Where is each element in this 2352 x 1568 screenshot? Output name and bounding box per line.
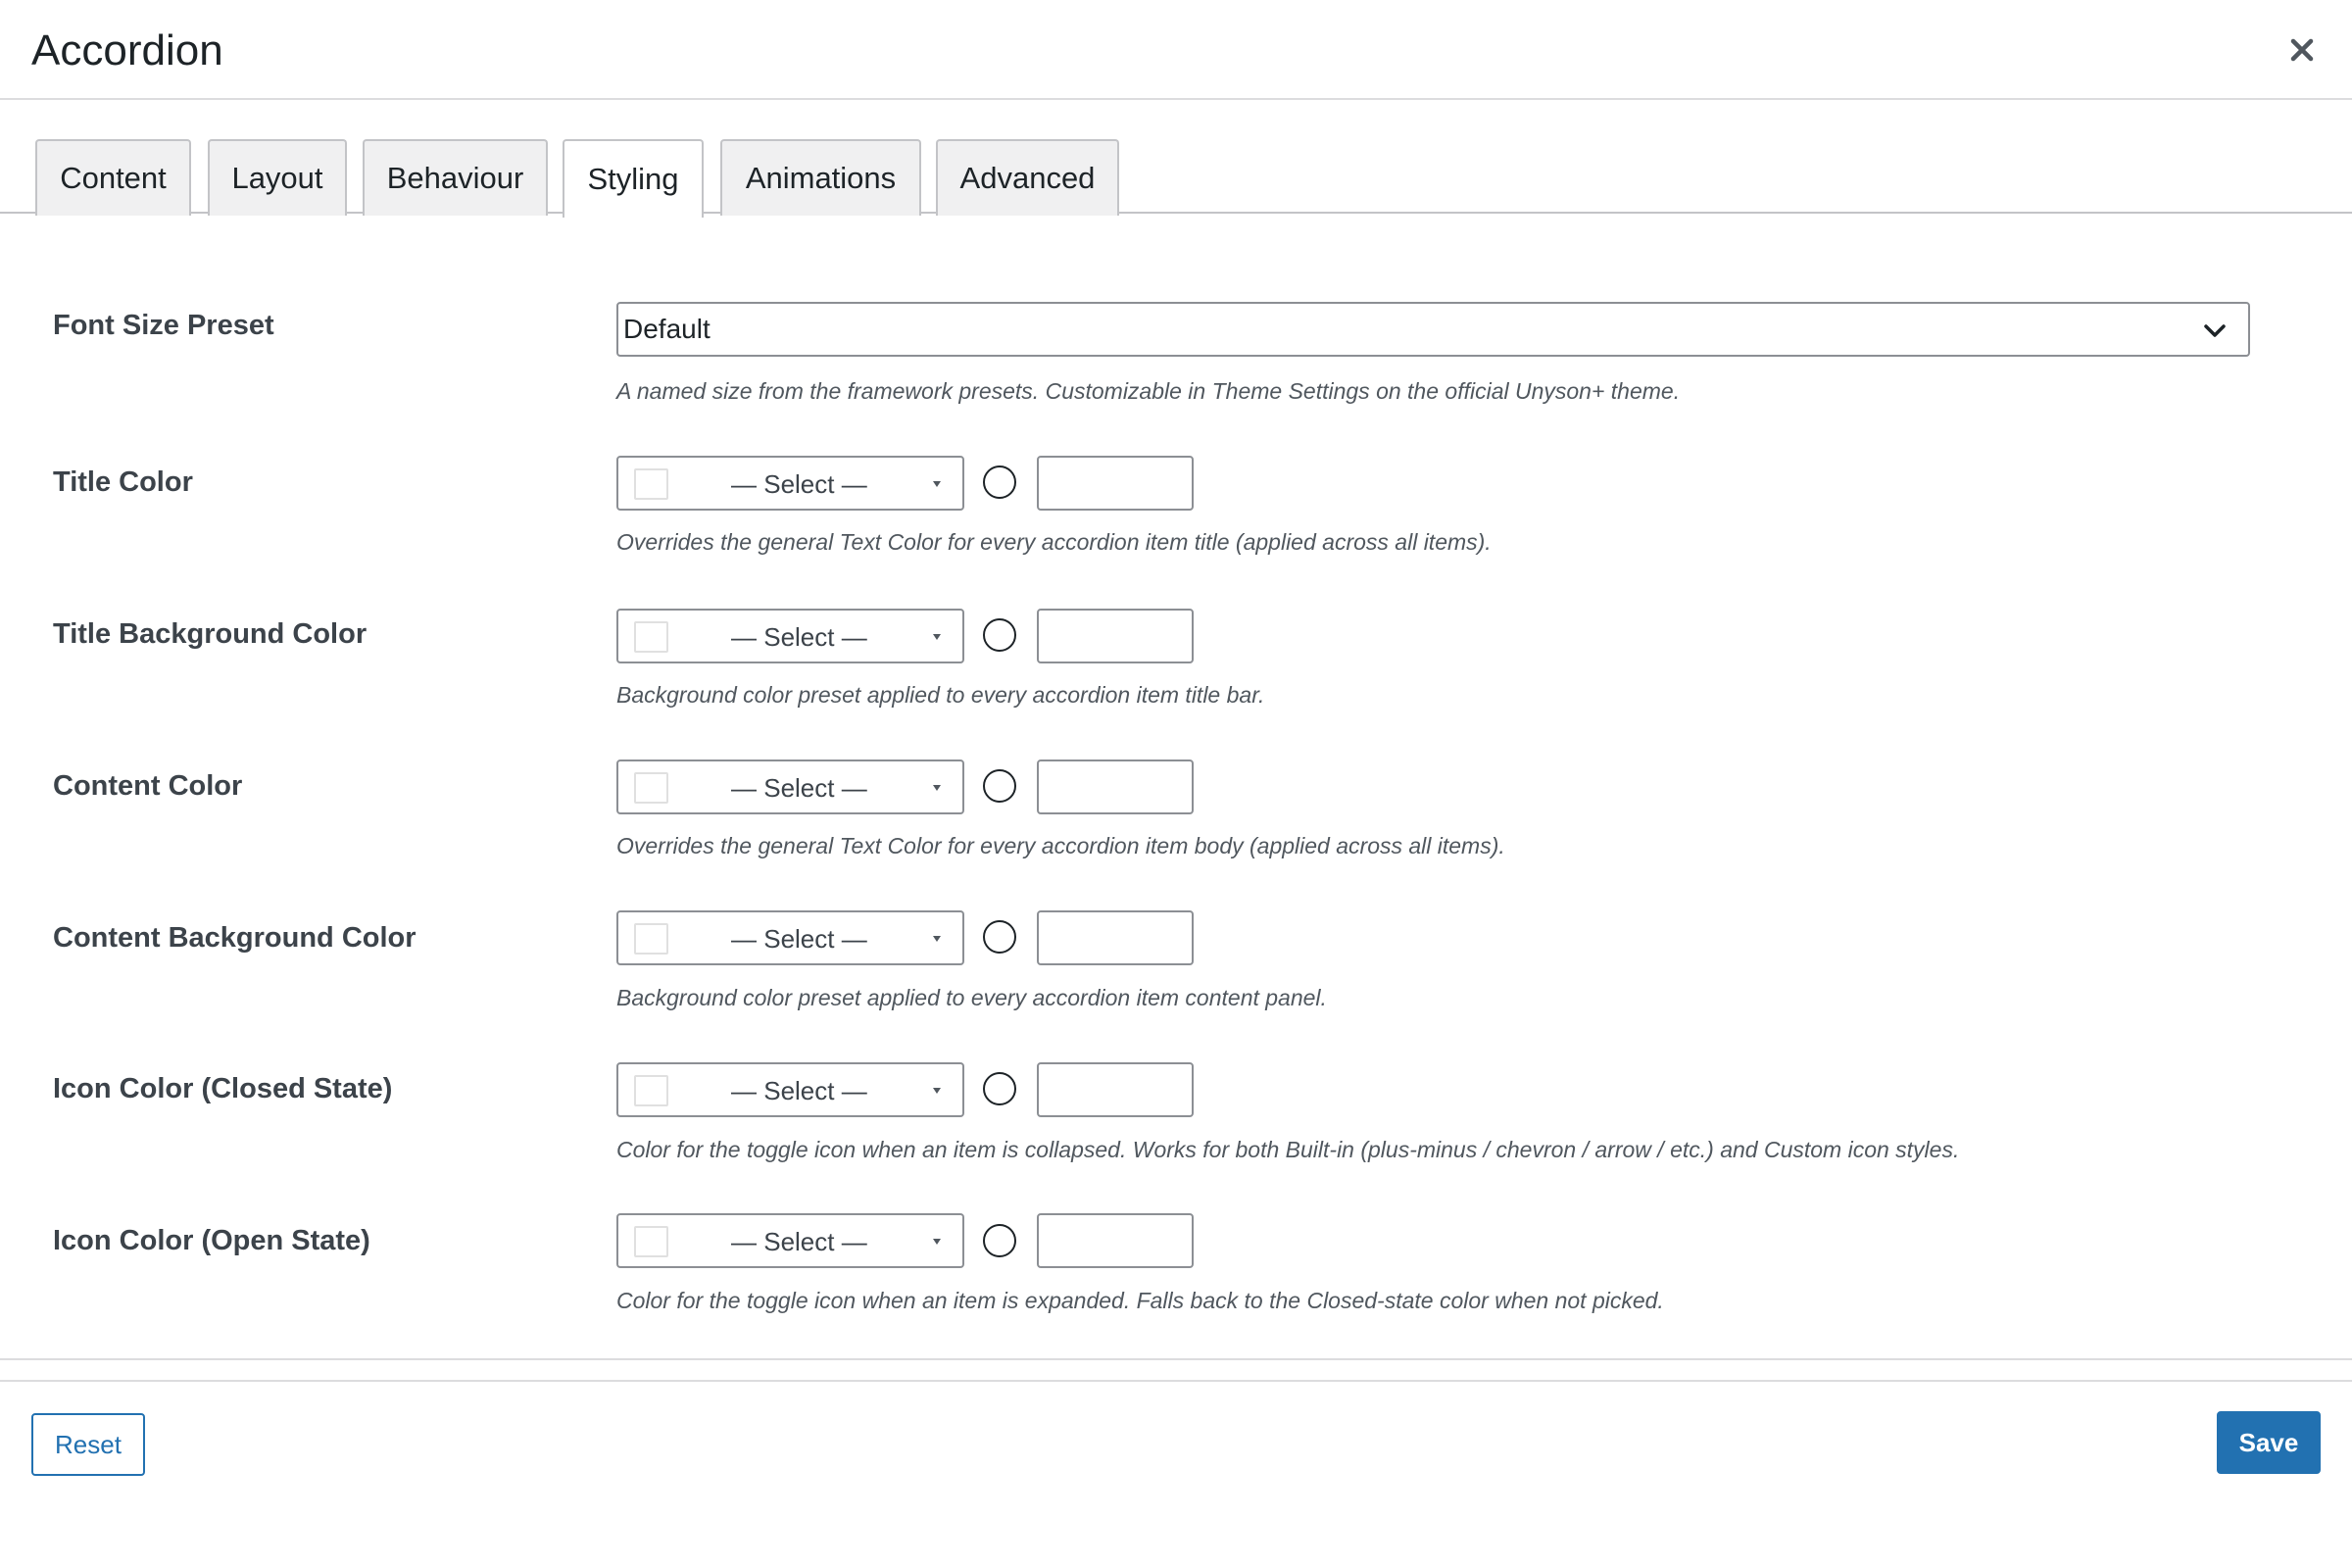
color-swatch: [634, 621, 668, 653]
color-swatch: [634, 1075, 668, 1106]
title-color-label: Title Color: [53, 466, 193, 498]
content-bg-color-description: Background color preset applied to every…: [616, 985, 1327, 1010]
title-color-hex-input[interactable]: [1037, 456, 1194, 511]
tab-advanced[interactable]: Advanced: [936, 139, 1119, 216]
tab-content[interactable]: Content: [35, 139, 191, 216]
content-color-custom-radio[interactable]: [983, 769, 1016, 803]
footer-divider: [0, 1358, 2352, 1360]
icon-open-color-custom-radio[interactable]: [983, 1224, 1016, 1257]
content-bg-color-preset-select[interactable]: — Select —: [616, 910, 964, 965]
select-placeholder: — Select —: [731, 469, 867, 499]
content-color-hex-input[interactable]: [1037, 760, 1194, 814]
accordion-settings-modal: Accordion Content Layout Behaviour Styli…: [0, 0, 2352, 1568]
title-color-custom-radio[interactable]: [983, 466, 1016, 499]
tab-layout[interactable]: Layout: [208, 139, 347, 216]
font-size-preset-value: Default: [623, 314, 710, 344]
content-bg-color-label: Content Background Color: [53, 922, 416, 954]
icon-open-color-hex-input[interactable]: [1037, 1213, 1194, 1268]
modal-header: Accordion: [0, 0, 2352, 100]
content-bg-color-hex-input[interactable]: [1037, 910, 1194, 965]
icon-closed-color-custom-radio[interactable]: [983, 1072, 1016, 1105]
content-color-label: Content Color: [53, 770, 243, 802]
footer-divider: [0, 1380, 2352, 1382]
icon-closed-color-label: Icon Color (Closed State): [53, 1073, 393, 1104]
color-swatch: [634, 923, 668, 955]
caret-down-icon: [933, 1088, 941, 1094]
tab-animations[interactable]: Animations: [720, 139, 921, 216]
close-button[interactable]: [2279, 27, 2325, 73]
title-bg-color-preset-select[interactable]: — Select —: [616, 609, 964, 663]
caret-down-icon: [933, 1239, 941, 1245]
select-placeholder: — Select —: [731, 773, 867, 803]
title-bg-color-description: Background color preset applied to every…: [616, 682, 1265, 708]
color-swatch: [634, 772, 668, 804]
title-color-description: Overrides the general Text Color for eve…: [616, 529, 1492, 555]
color-swatch: [634, 468, 668, 500]
font-size-preset-label: Font Size Preset: [53, 310, 274, 341]
close-icon: [2290, 38, 2314, 62]
select-placeholder: — Select —: [731, 1076, 867, 1105]
icon-closed-color-description: Color for the toggle icon when an item i…: [616, 1137, 1960, 1162]
icon-open-color-label: Icon Color (Open State): [53, 1225, 370, 1256]
icon-open-color-preset-select[interactable]: — Select —: [616, 1213, 964, 1268]
modal-title: Accordion: [31, 26, 223, 74]
icon-closed-color-hex-input[interactable]: [1037, 1062, 1194, 1117]
title-bg-color-label: Title Background Color: [53, 618, 368, 650]
content-color-preset-select[interactable]: — Select —: [616, 760, 964, 814]
icon-closed-color-preset-select[interactable]: — Select —: [616, 1062, 964, 1117]
title-bg-color-custom-radio[interactable]: [983, 618, 1016, 652]
select-placeholder: — Select —: [731, 622, 867, 652]
color-swatch: [634, 1226, 668, 1257]
reset-button[interactable]: Reset: [31, 1413, 145, 1476]
caret-down-icon: [933, 481, 941, 487]
tab-bar: Content Layout Behaviour Styling Animati…: [0, 100, 2352, 218]
font-size-preset-description: A named size from the framework presets.…: [616, 378, 1681, 404]
title-bg-color-hex-input[interactable]: [1037, 609, 1194, 663]
select-placeholder: — Select —: [731, 1227, 867, 1256]
save-button[interactable]: Save: [2217, 1411, 2321, 1474]
chevron-down-icon: [2204, 324, 2226, 337]
caret-down-icon: [933, 634, 941, 640]
content-bg-color-custom-radio[interactable]: [983, 920, 1016, 954]
caret-down-icon: [933, 785, 941, 791]
font-size-preset-select[interactable]: Default: [616, 302, 2250, 357]
caret-down-icon: [933, 936, 941, 942]
title-color-preset-select[interactable]: — Select —: [616, 456, 964, 511]
tab-behaviour[interactable]: Behaviour: [363, 139, 548, 216]
content-color-description: Overrides the general Text Color for eve…: [616, 833, 1505, 858]
tab-styling[interactable]: Styling: [563, 139, 704, 218]
select-placeholder: — Select —: [731, 924, 867, 954]
icon-open-color-description: Color for the toggle icon when an item i…: [616, 1288, 1664, 1313]
